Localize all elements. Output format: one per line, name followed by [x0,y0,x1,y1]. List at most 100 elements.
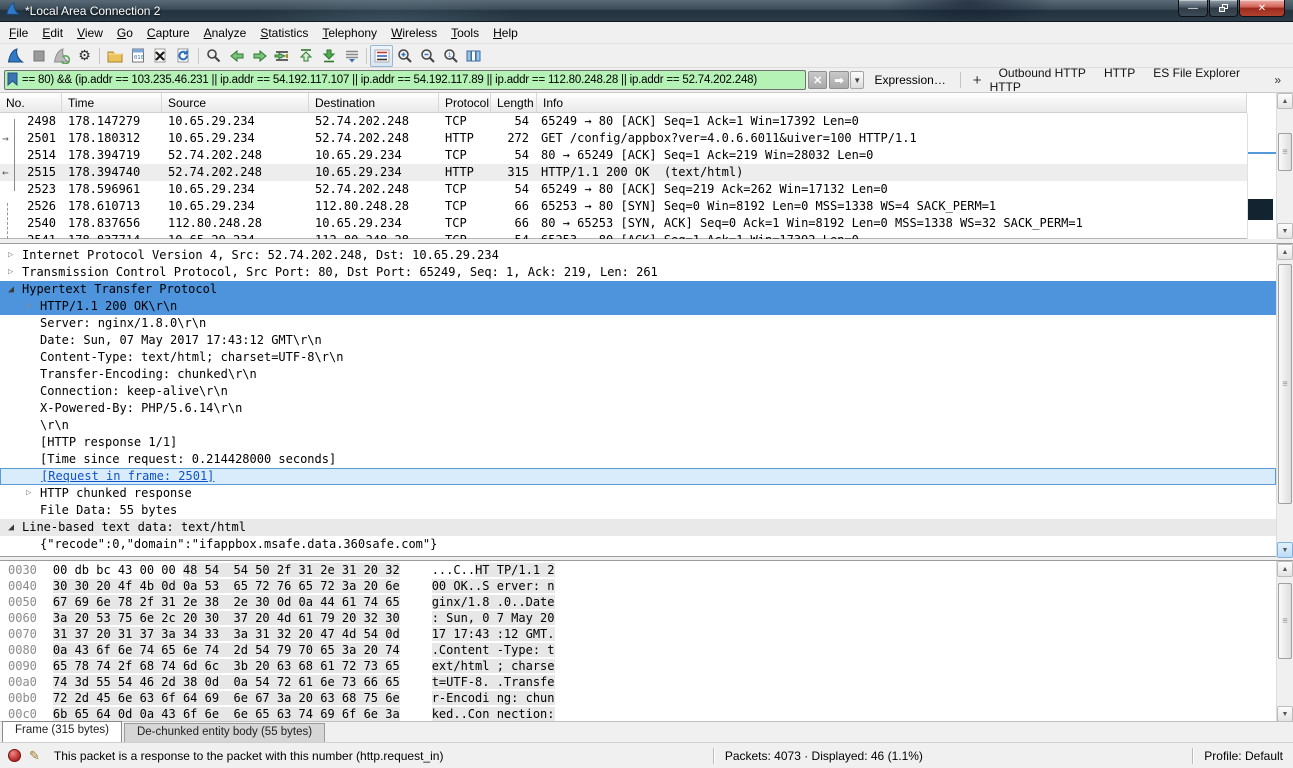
hex-row-0030[interactable]: 003000 db bc 43 00 00 48 54 54 50 2f 31 … [0,562,1276,578]
hex-row-0080[interactable]: 00800a 43 6f 6e 74 65 6e 74 2d 54 79 70 … [0,642,1276,658]
menu-wireless[interactable]: Wireless [384,23,444,43]
close-button[interactable]: ✕ [1239,0,1285,17]
hex-row-0040[interactable]: 004030 30 20 4f 4b 0d 0a 53 65 72 76 65 … [0,578,1276,594]
tree-collapsed-icon[interactable]: ▷ [26,485,31,502]
packet-list-scrollbar[interactable]: ▲ ▼ [1276,93,1293,239]
go-to-bottom-button[interactable] [317,45,340,67]
scrollbar-thumb[interactable] [1278,133,1292,171]
hex-row-00a0[interactable]: 00a074 3d 55 54 46 2d 38 0d 0a 54 72 61 … [0,674,1276,690]
filter-expression-text[interactable]: == 80) && (ip.addr == 103.235.46.231 || … [22,74,803,86]
resize-columns-button[interactable] [462,45,485,67]
reload-file-button[interactable] [172,45,195,67]
packet-row-2541[interactable]: 2541178.83771410.65.29.234112.80.248.28T… [0,232,1247,239]
scroll-up-arrow[interactable]: ▲ [1277,93,1293,109]
detail-row[interactable]: ◢Line-based text data: text/html [0,519,1276,536]
menu-statistics[interactable]: Statistics [253,23,315,43]
column-header-time[interactable]: Time [62,93,162,112]
colorize-packets-button[interactable] [370,45,393,67]
packet-row-2523[interactable]: 2523178.59696110.65.29.23452.74.202.248T… [0,181,1247,198]
scrollbar-thumb[interactable] [1278,264,1292,504]
column-header-source[interactable]: Source [162,93,309,112]
detail-row[interactable]: File Data: 55 bytes [0,502,1276,519]
start-capture-button[interactable] [4,45,27,67]
tree-collapsed-icon[interactable]: ▷ [8,264,13,281]
hex-row-00c0[interactable]: 00c06b 65 64 0d 0a 43 6f 6e 6e 65 63 74 … [0,706,1276,721]
menu-edit[interactable]: Edit [35,23,70,43]
bookmark-icon[interactable] [7,72,18,89]
detail-row[interactable]: [Time since request: 0.214428000 seconds… [0,451,1276,468]
display-filter-input[interactable]: == 80) && (ip.addr == 103.235.46.231 || … [4,70,806,90]
menu-telephony[interactable]: Telephony [315,23,384,43]
scroll-up-arrow[interactable]: ▲ [1277,561,1293,577]
detail-row[interactable]: ▷Transmission Control Protocol, Src Port… [0,264,1276,281]
profile-label[interactable]: Profile: Default [1204,749,1293,763]
detail-row[interactable]: ◢Hypertext Transfer Protocol [0,281,1276,298]
capture-comment-icon[interactable]: ✎ [29,748,40,764]
menu-view[interactable]: View [70,23,110,43]
packet-row-2540[interactable]: 2540178.837656112.80.248.2810.65.29.234T… [0,215,1247,232]
packet-row-2526[interactable]: 2526178.61071310.65.29.234112.80.248.28T… [0,198,1247,215]
tab-frame-315-bytes-[interactable]: Frame (315 bytes) [2,721,122,742]
capture-options-button[interactable]: ⚙ [73,45,96,67]
clear-filter-button[interactable]: ✕ [808,71,827,89]
hex-row-00b0[interactable]: 00b072 2d 45 6e 63 6f 64 69 6e 67 3a 20 … [0,690,1276,706]
add-filter-button[interactable]: + [965,72,990,89]
go-forward-button[interactable] [248,45,271,67]
detail-row[interactable]: {"recode":0,"domain":"ifappbox.msafe.dat… [0,536,1276,553]
packet-row-2498[interactable]: 2498178.14727910.65.29.23452.74.202.248T… [0,113,1247,130]
tree-expanded-icon[interactable]: ◢ [8,281,14,298]
details-scrollbar[interactable]: ▲ ▼ [1276,244,1293,558]
stop-capture-button[interactable] [27,45,50,67]
intelligent-scrollbar-minimap[interactable] [1247,113,1276,239]
packet-row-2515[interactable]: 2515178.39474052.74.202.24810.65.29.234H… [0,164,1247,181]
overflow-chevron[interactable]: » [1274,73,1289,87]
detail-row[interactable]: Server: nginx/1.8.0\r\n [0,315,1276,332]
detail-row[interactable]: ▷HTTP/1.1 200 OK\r\n [0,298,1276,315]
tree-collapsed-icon[interactable]: ▷ [26,298,31,315]
detail-row[interactable]: [HTTP response 1/1] [0,434,1276,451]
column-header-no[interactable]: No. [0,93,62,112]
menu-analyze[interactable]: Analyze [197,23,254,43]
restart-capture-button[interactable] [50,45,73,67]
packet-row-2514[interactable]: 2514178.39471952.74.202.24810.65.29.234T… [0,147,1247,164]
menu-help[interactable]: Help [486,23,525,43]
expert-info-icon[interactable] [8,749,21,762]
column-header-info[interactable]: Info [537,93,1247,112]
title-bar[interactable]: *Local Area Connection 2 — ✕ [0,0,1293,22]
apply-filter-button[interactable]: ➡ [829,71,848,89]
go-to-packet-button[interactable] [271,45,294,67]
column-header-length[interactable]: Length [491,93,537,112]
filter-preset-http[interactable]: HTTP [1095,66,1144,80]
open-capture-file-button[interactable] [103,45,126,67]
auto-scroll-button[interactable] [340,45,363,67]
tree-collapsed-icon[interactable]: ▷ [8,247,13,264]
detail-row[interactable]: \r\n [0,417,1276,434]
filter-preset-outbound-http[interactable]: Outbound HTTP [990,66,1095,80]
hex-row-0050[interactable]: 005067 69 6e 78 2f 31 2e 38 2e 30 0d 0a … [0,594,1276,610]
scroll-down-arrow[interactable]: ▼ [1277,223,1293,239]
tab-de-chunked-entity-body-55-bytes-[interactable]: De-chunked entity body (55 bytes) [124,723,325,742]
filter-history-dropdown[interactable]: ▼ [850,71,865,89]
go-to-top-button[interactable] [294,45,317,67]
scroll-up-arrow[interactable]: ▲ [1277,244,1293,260]
column-header-protocol[interactable]: Protocol [439,93,491,112]
scroll-down-arrow[interactable]: ▼ [1277,706,1293,722]
menu-go[interactable]: Go [110,23,140,43]
hex-row-0060[interactable]: 00603a 20 53 75 6e 2c 20 30 37 20 4d 61 … [0,610,1276,626]
column-header-destination[interactable]: Destination [309,93,439,112]
packet-row-2501[interactable]: 2501178.18031210.65.29.23452.74.202.248H… [0,130,1247,147]
expression-button[interactable]: Expression… [874,73,945,87]
close-capture-file-button[interactable] [149,45,172,67]
detail-row[interactable]: Connection: keep-alive\r\n [0,383,1276,400]
scroll-down-arrow[interactable]: ▼ [1277,542,1293,558]
detail-row[interactable]: ▷HTTP chunked response [0,485,1276,502]
go-back-button[interactable] [225,45,248,67]
menu-capture[interactable]: Capture [140,23,197,43]
tree-expanded-icon[interactable]: ◢ [8,519,14,536]
zoom-in-button[interactable] [393,45,416,67]
detail-row[interactable]: Transfer-Encoding: chunked\r\n [0,366,1276,383]
scrollbar-thumb[interactable] [1278,583,1292,659]
zoom-out-button[interactable] [416,45,439,67]
menu-file[interactable]: File [2,23,35,43]
detail-row[interactable]: X-Powered-By: PHP/5.6.14\r\n [0,400,1276,417]
